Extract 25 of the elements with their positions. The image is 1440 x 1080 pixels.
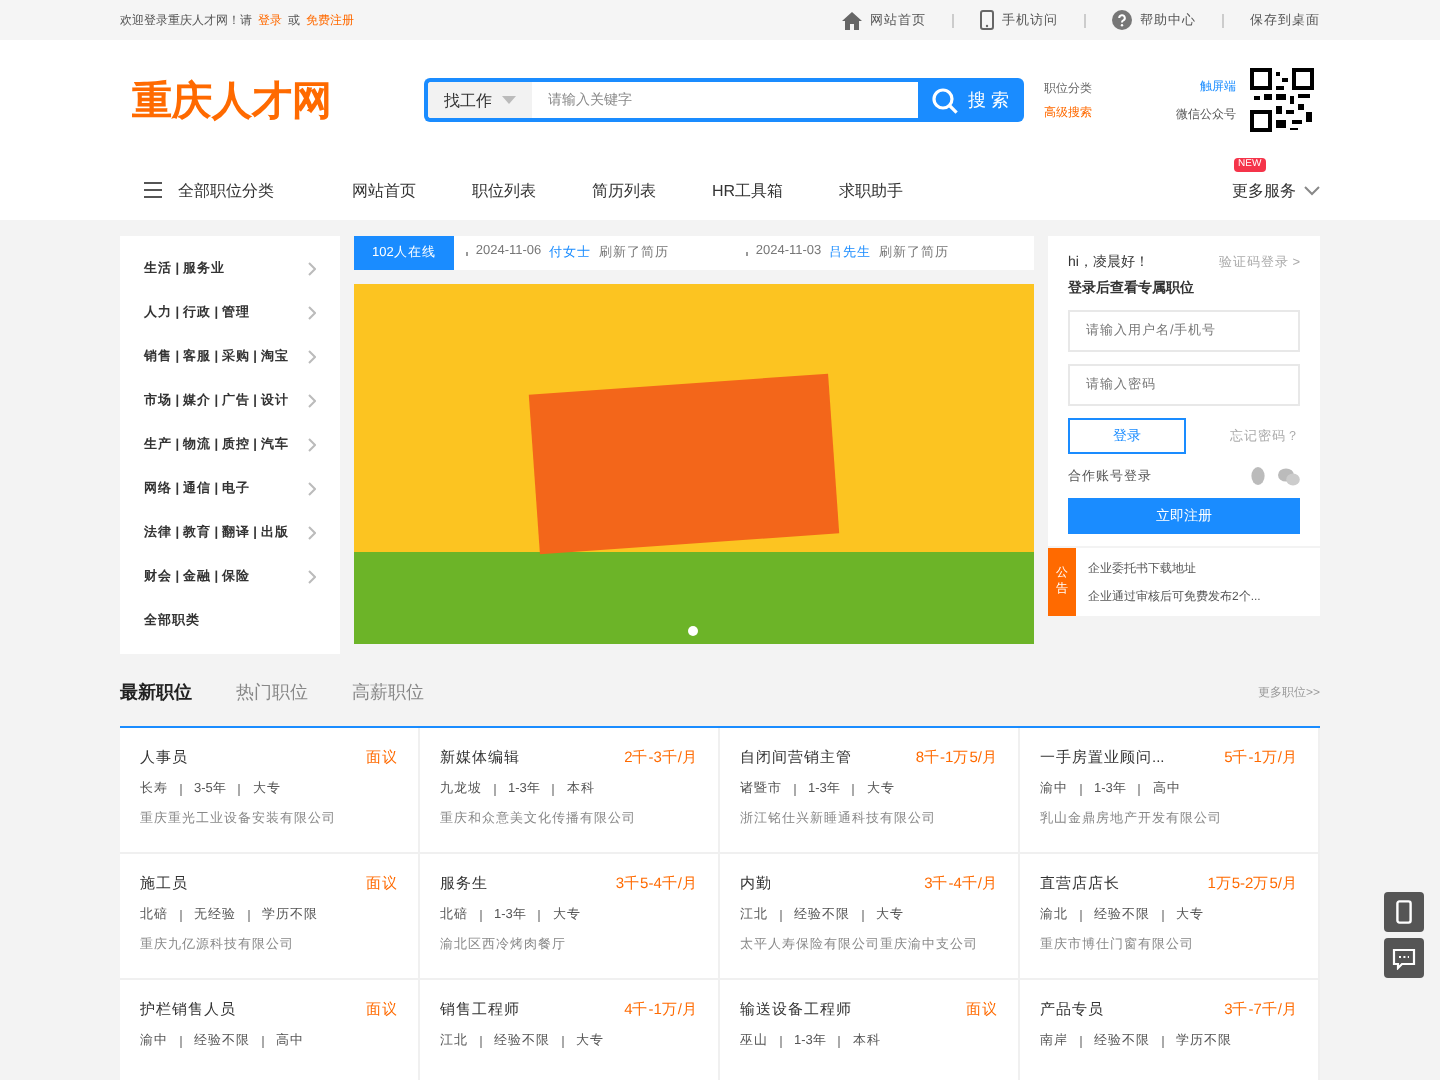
nav-link[interactable]: 求职助手 [839, 179, 904, 201]
help-icon [1112, 10, 1132, 30]
nav-link[interactable]: 职位列表 [472, 179, 536, 201]
feedback-button[interactable] [1384, 938, 1424, 978]
qr-code-icon [1248, 66, 1316, 134]
chat-icon [1392, 947, 1416, 969]
phone-icon [1396, 900, 1412, 924]
nav-link[interactable]: 简历列表 [592, 179, 656, 201]
job-tab[interactable]: 最新职位 [120, 679, 192, 705]
banner-illustration[interactable] [354, 284, 1034, 644]
search-icon [932, 87, 959, 113]
mobile-button[interactable] [1384, 892, 1424, 932]
nav-link[interactable]: HR工具箱 [712, 179, 784, 201]
chevron-down-icon [1304, 185, 1320, 195]
more-services-menu[interactable]: 更多服务 [1232, 179, 1320, 201]
chat-bubbles-icon[interactable] [1278, 467, 1300, 485]
nav-link[interactable]: 网站首页 [352, 179, 416, 201]
search-category-dropdown[interactable]: 找工作 [424, 78, 532, 122]
all-categories-menu[interactable]: 全部职位分类 [120, 179, 352, 201]
carousel-dot[interactable] [688, 626, 698, 636]
penguin-icon[interactable] [1250, 466, 1266, 486]
phone-icon [980, 10, 994, 30]
home-icon [842, 11, 862, 29]
caret-icon [502, 96, 516, 104]
menu-icon [144, 182, 162, 198]
